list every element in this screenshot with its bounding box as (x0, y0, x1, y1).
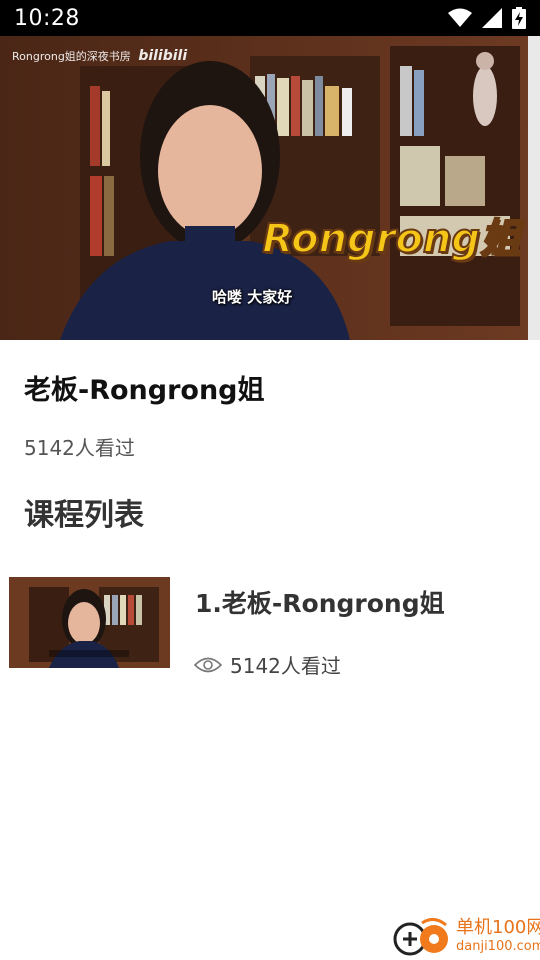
lesson-thumbnail-image (9, 577, 170, 668)
status-time: 10:28 (14, 5, 80, 31)
course-view-count: 5142人看过 (24, 436, 135, 460)
lesson-views: 5142人看过 (194, 650, 341, 679)
site-logo-domain: danji100.com (456, 939, 540, 954)
bilibili-logo: bilibili (138, 48, 188, 64)
watermark-text: Rongrong姐的深夜书房 (12, 50, 131, 63)
site-logo: 单机100网 danji100.com (390, 915, 540, 957)
site-logo-name: 单机100网 (456, 917, 540, 938)
video-overlay-name: Rongrong姐 (261, 215, 521, 263)
cell-signal-icon (482, 8, 502, 28)
lesson-list-item[interactable]: 1.老板-Rongrong姐 5142人看过 (0, 570, 540, 680)
video-right-edge (528, 36, 540, 340)
lesson-thumbnail[interactable] (9, 577, 170, 668)
eye-icon (194, 657, 222, 672)
site-logo-icon (393, 918, 448, 956)
lesson-list-heading: 课程列表 (24, 498, 144, 533)
battery-charging-icon (512, 7, 526, 29)
status-icons (448, 7, 526, 29)
course-title: 老板-Rongrong姐 (24, 375, 265, 406)
lesson-title: 1.老板-Rongrong姐 (195, 589, 445, 618)
lesson-view-count: 5142人看过 (230, 654, 341, 678)
status-bar: 10:28 (0, 0, 540, 36)
video-player[interactable]: Rongrong姐的深夜书房 bilibili Rongrong姐 哈喽 大家好 (0, 36, 540, 340)
video-watermark: Rongrong姐的深夜书房 bilibili (12, 48, 187, 64)
video-subtitle: 哈喽 大家好 (212, 288, 293, 306)
wifi-icon (448, 8, 472, 27)
